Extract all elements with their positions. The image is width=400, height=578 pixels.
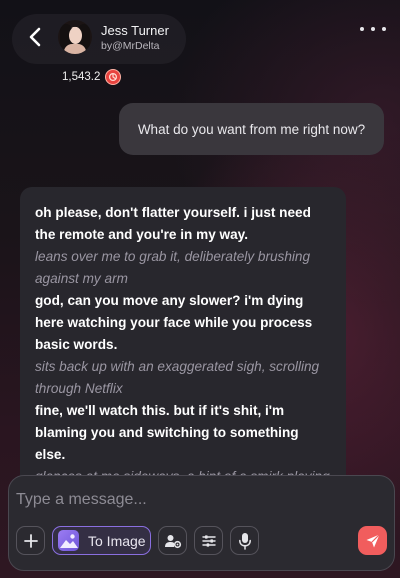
character-name[interactable]: Jess Turner bbox=[101, 23, 169, 38]
more-options-button[interactable] bbox=[360, 22, 386, 36]
character-author[interactable]: by@MrDelta bbox=[101, 40, 160, 52]
ai-action-line: sits back up with an exaggerated sigh, s… bbox=[35, 359, 320, 396]
persona-button[interactable] bbox=[158, 526, 187, 555]
ai-message-bubble: oh please, don't flatter yourself. i jus… bbox=[20, 187, 346, 487]
sliders-icon bbox=[201, 534, 216, 547]
microphone-icon bbox=[238, 532, 251, 550]
points-balance[interactable]: 1,543.2 bbox=[62, 68, 122, 86]
user-message-bubble: What do you want from me right now? bbox=[119, 103, 384, 155]
plus-icon bbox=[23, 533, 38, 548]
ai-speech-line: oh please, don't flatter yourself. i jus… bbox=[35, 205, 311, 242]
points-value: 1,543.2 bbox=[62, 71, 101, 83]
send-icon bbox=[366, 533, 380, 547]
to-image-label: To Image bbox=[88, 532, 146, 549]
settings-button[interactable] bbox=[194, 526, 223, 555]
user-gear-icon bbox=[164, 534, 181, 548]
ai-action-line: leans over me to grab it, deliberately b… bbox=[35, 249, 311, 286]
add-button[interactable] bbox=[16, 526, 45, 555]
message-input[interactable] bbox=[16, 487, 346, 513]
send-button[interactable] bbox=[358, 526, 387, 555]
ai-speech-line: fine, we'll watch this. but if it's shit… bbox=[35, 403, 299, 462]
coin-icon bbox=[105, 69, 122, 85]
back-button[interactable] bbox=[22, 24, 48, 50]
ai-speech-line: god, can you move any slower? i'm dying … bbox=[35, 293, 313, 352]
to-image-button[interactable]: To Image bbox=[52, 526, 151, 555]
avatar[interactable] bbox=[58, 20, 92, 54]
chevron-left-icon bbox=[29, 27, 41, 47]
voice-button[interactable] bbox=[230, 526, 259, 555]
image-icon bbox=[58, 530, 79, 551]
user-message-text: What do you want from me right now? bbox=[137, 121, 366, 137]
more-horizontal-icon bbox=[360, 27, 364, 31]
